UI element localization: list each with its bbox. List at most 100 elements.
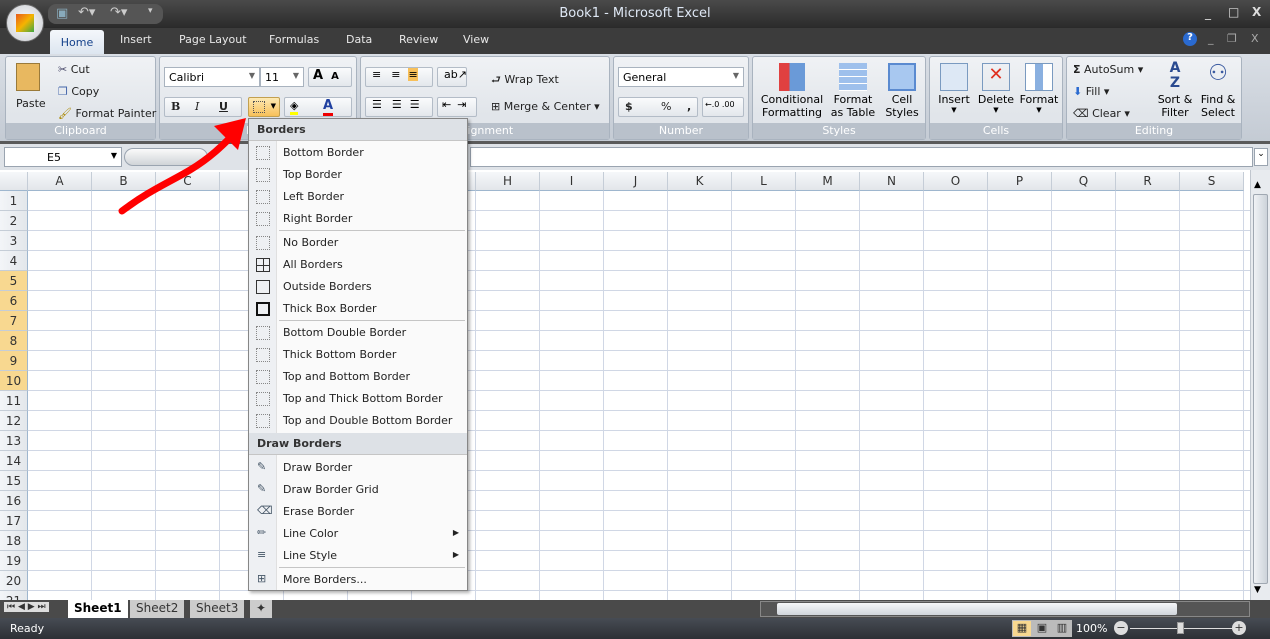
column-header[interactable]: L [732, 172, 796, 191]
row-header[interactable]: 11 [0, 391, 28, 411]
row-header[interactable]: 4 [0, 251, 28, 271]
sheet-tab-2[interactable]: Sheet2 [130, 600, 185, 618]
tab-formulas[interactable]: Formulas [269, 33, 319, 46]
borders-button[interactable]: ▼ [248, 97, 280, 117]
vertical-scrollbar[interactable]: ▲ ▼ [1250, 170, 1270, 600]
sort-filter-button[interactable]: A Z Sort & Filter [1155, 61, 1195, 120]
zoom-level[interactable]: 100% [1076, 622, 1107, 635]
decrease-indent-icon[interactable]: ⇤ [442, 98, 451, 111]
cell-styles-button[interactable]: Cell Styles [881, 61, 923, 123]
font-size-combo[interactable]: 11 ▼ [260, 67, 304, 87]
row-header[interactable]: 10 [0, 371, 28, 391]
align-left-icon[interactable]: ☰ [372, 98, 382, 111]
column-header[interactable]: R [1116, 172, 1180, 191]
close-button[interactable]: X [1252, 5, 1261, 19]
tab-data[interactable]: Data [346, 33, 372, 46]
menu-item[interactable]: Outside Borders [249, 276, 467, 298]
column-header[interactable]: N [860, 172, 924, 191]
column-header[interactable]: S [1180, 172, 1244, 191]
row-header[interactable]: 7 [0, 311, 28, 331]
expand-formula-bar-button[interactable]: ⌄ [1254, 148, 1268, 166]
scroll-up-icon[interactable]: ▲ [1254, 180, 1261, 190]
row-header[interactable]: 17 [0, 511, 28, 531]
row-header[interactable]: 15 [0, 471, 28, 491]
column-header[interactable]: J [604, 172, 668, 191]
worksheet-grid[interactable]: ABCDEFGHIJKLMNOPQRS123456789101112131415… [0, 170, 1250, 600]
formula-splitter[interactable] [124, 148, 208, 166]
row-header[interactable]: 12 [0, 411, 28, 431]
indent-buttons[interactable]: ⇤ ⇥ [437, 97, 477, 117]
sheet-tab-1[interactable]: Sheet1 [68, 600, 128, 618]
tab-home[interactable]: Home [50, 30, 104, 54]
column-header[interactable]: C [156, 172, 220, 191]
vertical-align-buttons[interactable]: ≡ ≡ ≡ [365, 67, 433, 87]
horizontal-scrollbar[interactable] [760, 601, 1250, 617]
menu-item[interactable]: ✏ Line Color ▶ [249, 523, 467, 545]
workbook-restore-button[interactable]: ❐ [1227, 32, 1237, 45]
font-color-button[interactable]: A [323, 98, 334, 116]
column-header[interactable]: K [668, 172, 732, 191]
menu-item[interactable]: Right Border [249, 208, 467, 230]
row-header[interactable]: 13 [0, 431, 28, 451]
tab-page-layout[interactable]: Page Layout [179, 33, 247, 46]
italic-button[interactable]: I [195, 100, 199, 113]
menu-item[interactable]: ⊞ More Borders... [249, 569, 467, 591]
formula-input[interactable] [470, 147, 1253, 167]
minimize-button[interactable]: _ [1205, 6, 1211, 20]
row-header[interactable]: 9 [0, 351, 28, 371]
scroll-down-icon[interactable]: ▼ [1254, 585, 1261, 595]
align-bottom-icon[interactable]: ≡ [408, 68, 418, 81]
comma-button[interactable]: , [687, 100, 691, 113]
menu-item[interactable]: Left Border [249, 186, 467, 208]
hscroll-thumb[interactable] [777, 603, 1177, 615]
menu-item[interactable]: Thick Box Border [249, 298, 467, 320]
row-header[interactable]: 6 [0, 291, 28, 311]
menu-item[interactable]: Top and Double Bottom Border [249, 410, 467, 432]
cut-button[interactable]: ✂ Cut [58, 63, 90, 76]
row-header[interactable]: 3 [0, 231, 28, 251]
wrap-text-button[interactable]: ⮐ Wrap Text [491, 71, 559, 90]
row-header[interactable]: 19 [0, 551, 28, 571]
conditional-formatting-button[interactable]: Conditional Formatting [757, 61, 827, 123]
row-header[interactable]: 1 [0, 191, 28, 211]
zoom-slider-thumb[interactable] [1177, 622, 1184, 634]
help-icon[interactable]: ? [1183, 32, 1197, 46]
fill-button[interactable]: ⬇ Fill ▾ [1073, 85, 1109, 98]
column-header[interactable]: I [540, 172, 604, 191]
decimal-buttons[interactable]: ←.0 .00 [702, 97, 744, 117]
decrease-decimal-icon[interactable]: .00 [722, 100, 735, 109]
increase-decimal-icon[interactable]: ←.0 [705, 100, 719, 109]
column-header[interactable]: A [28, 172, 92, 191]
format-painter-button[interactable]: 🖌 Format Painter [58, 107, 156, 120]
menu-item[interactable]: ✎ Draw Border Grid [249, 479, 467, 501]
grow-font-icon[interactable]: A [313, 68, 323, 83]
name-box[interactable]: E5 ▼ [4, 147, 122, 167]
menu-item[interactable]: Bottom Double Border [249, 322, 467, 344]
fill-color-icon[interactable]: ◈ [290, 99, 299, 115]
tab-review[interactable]: Review [399, 33, 438, 46]
workbook-minimize-button[interactable]: _ [1208, 32, 1214, 45]
menu-item[interactable]: Thick Bottom Border [249, 344, 467, 366]
underline-button[interactable]: U [219, 100, 228, 113]
menu-item[interactable]: ✎ Draw Border [249, 457, 467, 479]
zoom-out-button[interactable]: − [1114, 621, 1128, 635]
sheet-nav-buttons[interactable]: ⏮ ◀ ▶ ⏭ [4, 602, 49, 612]
menu-item[interactable]: ⌫ Erase Border [249, 501, 467, 523]
format-cells-button[interactable]: Format ▼ [1018, 61, 1060, 114]
column-header[interactable]: M [796, 172, 860, 191]
copy-button[interactable]: ❐ Copy [58, 85, 99, 98]
column-header[interactable]: H [476, 172, 540, 191]
insert-sheet-tab[interactable]: ✦ [250, 600, 273, 618]
menu-item[interactable]: ≡ Line Style ▶ [249, 545, 467, 567]
row-header[interactable]: 8 [0, 331, 28, 351]
row-header[interactable]: 16 [0, 491, 28, 511]
clear-button[interactable]: ⌫ Clear ▾ [1073, 107, 1130, 120]
row-header[interactable]: 20 [0, 571, 28, 591]
select-all-button[interactable] [0, 172, 28, 191]
orientation-button[interactable]: ab↗ [437, 67, 467, 87]
number-format-combo[interactable]: General ▼ [618, 67, 744, 87]
sheet-tab-3[interactable]: Sheet3 [190, 600, 245, 618]
font-name-combo[interactable]: Calibri ▼ [164, 67, 260, 87]
autosum-button[interactable]: Σ AutoSum ▾ [1073, 63, 1143, 76]
page-break-view-button[interactable]: ▥ [1053, 621, 1071, 636]
